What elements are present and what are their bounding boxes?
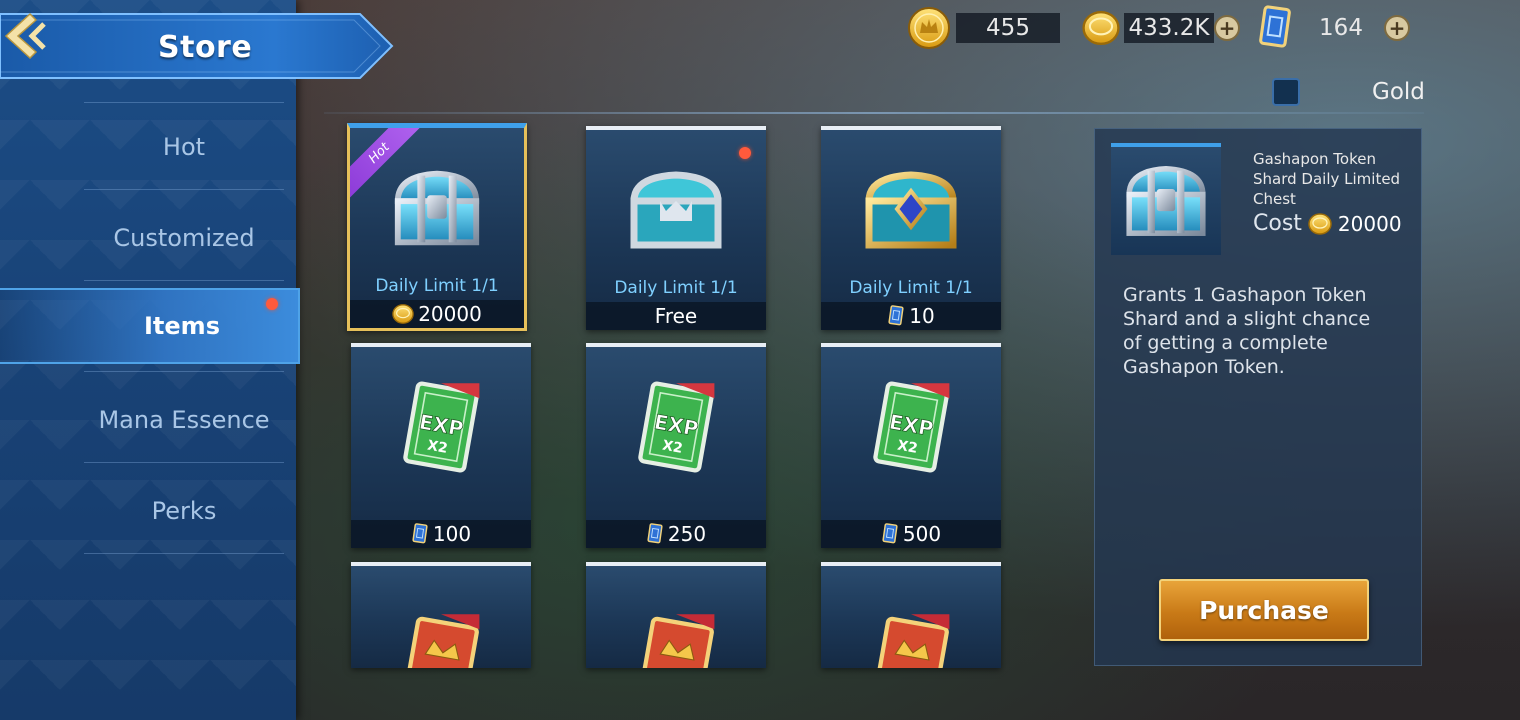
- store-item-card[interactable]: Daily Limit 1/1 Free: [586, 126, 766, 330]
- crown-currency: 455: [906, 7, 1060, 49]
- item-art: [586, 347, 766, 507]
- divider-line: [324, 112, 1424, 114]
- teal-chest-icon: [630, 171, 722, 249]
- red-crown-card-icon: [398, 610, 484, 668]
- store-header: Store: [0, 10, 395, 82]
- sidebar-item-label: Mana Essence: [98, 406, 270, 434]
- item-price: Free: [586, 302, 766, 330]
- price-value: 500: [902, 522, 942, 546]
- crown-value: 455: [956, 13, 1060, 43]
- store-item-card[interactable]: [586, 562, 766, 668]
- item-price: 20000: [350, 300, 524, 328]
- sidebar-item-perks[interactable]: Perks: [68, 476, 300, 546]
- red-crown-card-icon: [633, 610, 719, 668]
- exp-card-icon: [633, 379, 719, 475]
- store-item-card[interactable]: 100: [351, 343, 531, 548]
- gold-coin-icon: [392, 303, 414, 325]
- gold-coin-icon: [1082, 9, 1120, 47]
- purchase-button[interactable]: Purchase: [1159, 579, 1369, 641]
- ticket-card-icon: [411, 523, 429, 545]
- nav-divider: [84, 280, 284, 281]
- sidebar-item-items[interactable]: Items: [0, 288, 300, 364]
- price-value: Free: [654, 304, 698, 328]
- item-price: 500: [821, 520, 1001, 548]
- item-art: [586, 130, 766, 290]
- sidebar-item-label: Hot: [162, 133, 206, 161]
- add-gold-plus-icon[interactable]: +: [1214, 15, 1240, 41]
- detail-cost: Cost 20000: [1253, 211, 1402, 236]
- page-title: Store: [158, 30, 253, 65]
- sidebar-item-customized[interactable]: Customized: [68, 203, 300, 273]
- gold-currency: 433.2K +: [1082, 8, 1240, 48]
- price-value: 100: [432, 522, 472, 546]
- ticket-value: 164: [1319, 15, 1363, 41]
- item-art: [351, 566, 531, 668]
- daily-limit-label: Daily Limit 1/1: [614, 278, 738, 298]
- store-item-card[interactable]: 500: [821, 343, 1001, 548]
- nav-divider: [84, 189, 284, 190]
- nav-divider: [84, 462, 284, 463]
- cost-value: 20000: [1337, 211, 1402, 236]
- ticket-card-icon: [887, 305, 905, 327]
- price-value: 20000: [418, 302, 482, 326]
- item-detail-panel: Gashapon Token Shard Daily Limited Chest…: [1094, 128, 1422, 666]
- cost-label: Cost: [1253, 211, 1302, 236]
- sidebar-item-label: Customized: [113, 224, 255, 252]
- daily-limit-label: Daily Limit 1/1: [849, 278, 973, 298]
- silver-chest-icon: [1120, 158, 1212, 244]
- detail-thumbnail: [1111, 143, 1221, 255]
- notification-dot: [266, 298, 278, 310]
- exp-card-icon: [398, 379, 484, 475]
- store-item-card[interactable]: [351, 562, 531, 668]
- item-art: [350, 128, 524, 288]
- sidebar: Hot Customized Items Mana Essence Perks: [0, 0, 300, 720]
- gold-filter-label: Gold: [1372, 79, 1425, 105]
- silver-chest-icon: [388, 161, 486, 255]
- nav-divider: [84, 102, 284, 103]
- gold-value: 433.2K: [1124, 13, 1214, 43]
- item-price: 10: [821, 302, 1001, 330]
- ticket-currency: 164 +: [1256, 8, 1410, 48]
- store-item-card[interactable]: 250: [586, 343, 766, 548]
- add-ticket-plus-icon[interactable]: +: [1384, 15, 1410, 41]
- exp-card-icon: [868, 379, 954, 475]
- sidebar-item-label: Items: [144, 312, 220, 340]
- store-item-card[interactable]: [821, 562, 1001, 668]
- store-item-card[interactable]: Hot Daily Limit 1/1 20000: [347, 123, 527, 331]
- gold-filter-checkbox[interactable]: [1272, 78, 1300, 106]
- nav-divider: [84, 553, 284, 554]
- sidebar-item-hot[interactable]: Hot: [68, 112, 300, 182]
- sidebar-item-label: Perks: [151, 497, 217, 525]
- item-art: [586, 566, 766, 668]
- gold-chest-icon: [865, 171, 957, 249]
- crown-coin-icon: [908, 7, 950, 49]
- price-value: 250: [667, 522, 707, 546]
- item-price: 250: [586, 520, 766, 548]
- item-art: [821, 130, 1001, 290]
- back-chevron-icon[interactable]: [0, 10, 50, 62]
- daily-limit-label: Daily Limit 1/1: [375, 276, 499, 296]
- nav-divider: [84, 371, 284, 372]
- store-item-card[interactable]: Daily Limit 1/1 10: [821, 126, 1001, 330]
- price-value: 10: [909, 304, 935, 328]
- ticket-card-icon: [646, 523, 664, 545]
- ticket-card-icon: [881, 523, 899, 545]
- item-art: [351, 347, 531, 507]
- detail-item-name: Gashapon Token Shard Daily Limited Chest: [1253, 150, 1401, 208]
- item-art: [821, 566, 1001, 668]
- ticket-card-icon: [1256, 5, 1294, 51]
- detail-description: Grants 1 Gashapon Token Shard and a slig…: [1123, 284, 1371, 378]
- item-price: 100: [351, 520, 531, 548]
- sidebar-item-mana-essence[interactable]: Mana Essence: [68, 385, 300, 455]
- item-art: [821, 347, 1001, 507]
- red-crown-card-icon: [868, 610, 954, 668]
- gold-coin-icon: [1308, 212, 1332, 236]
